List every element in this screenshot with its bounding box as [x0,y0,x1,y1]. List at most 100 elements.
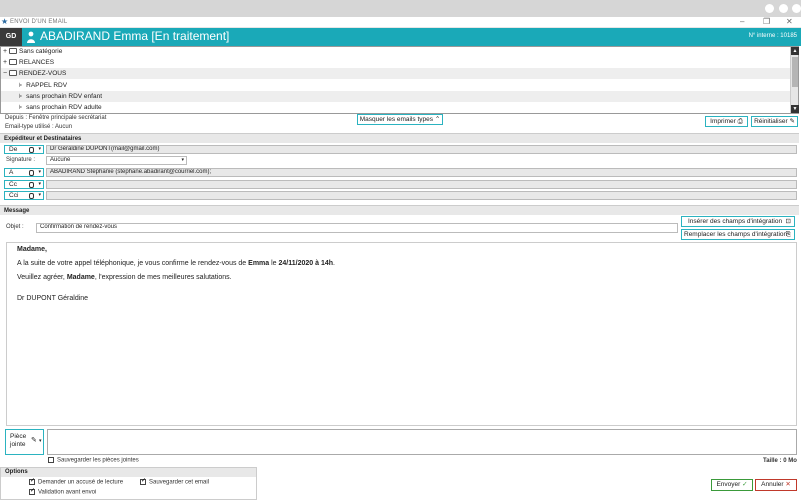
cc-field[interactable] [46,180,797,189]
folder-open-icon [9,70,17,77]
folder-icon [9,48,17,55]
subject-field[interactable]: Confirmation de rendez-vous [36,223,678,233]
signature-label: Signature : [6,157,36,163]
to-field[interactable]: ABADIRAND Stéphanie (stephane.abadirant@… [46,168,797,177]
button-label: Envoyer [716,481,741,488]
cci-field[interactable] [46,191,797,200]
validate-label: Validation avant envoi [38,489,97,496]
scroll-thumb[interactable] [792,57,798,87]
message-body: Madame, A la suite de votre appel téléph… [17,246,335,309]
checkbox-icon[interactable] [48,457,54,463]
tree-item-sans-categorie[interactable]: + Sans catégorie [1,46,790,57]
close-icon[interactable]: ✕ [786,17,793,26]
email-type-tree: + Sans catégorie + RELANCES − RENDEZ-VOUS ⊧… [0,46,799,114]
internal-number: N° interne : 10185 [748,33,797,39]
template-icon: ⊧ [19,94,23,100]
person-icon [29,193,34,199]
tree-item-label: RAPPEL RDV [26,82,68,89]
from-button[interactable]: De ▾ [4,145,44,154]
checkbox-icon[interactable] [29,487,35,495]
folder-icon [9,59,17,66]
from-field[interactable]: Dr Géraldine DUPONT(mail@gmail.com) [46,145,797,154]
paperclip-icon: ✎ [31,437,37,444]
tree-item-label: sans prochain RDV adulte [26,104,102,111]
read-receipt-checkbox[interactable]: Demander un accusé de lecture [29,477,124,486]
close-icon: ✕ [785,481,791,488]
signature-select[interactable]: Aucune ▾ [46,156,187,165]
attachment-button[interactable]: Pièce jointe ✎ ▾ [5,429,44,455]
email-type-text: Email-type utilisé : Aucun [5,124,73,130]
cancel-button[interactable]: Annuler ✕ [755,479,797,491]
print-button[interactable]: Imprimer ⎙ [705,116,748,127]
template-icon: ⊧ [19,83,23,89]
hide-email-types-button[interactable]: Masquer les emails types ⌃ [357,114,443,125]
button-label: Imprimer [710,118,736,125]
save-attachments-label: Sauvegarder les pièces jointes [57,457,139,464]
cci-label: Cci [9,192,19,199]
tree-item-label: sans prochain RDV enfant [26,93,103,100]
window-dot-1[interactable] [765,4,774,13]
to-label: A [9,169,14,176]
message-editor[interactable]: Madame, A la suite de votre appel téléph… [6,242,797,426]
person-icon [29,147,34,153]
message-line-1: A la suite de votre appel téléphonique, … [17,260,335,267]
button-label: Remplacer les champs d'intégration [684,231,788,238]
to-button[interactable]: A ▾ [4,168,44,177]
read-receipt-label: Demander un accusé de lecture [38,479,124,486]
chevron-down-icon: ▾ [38,169,41,175]
chevron-down-icon: ▾ [38,146,41,152]
button-label: Réinitialiser [754,118,788,125]
checkbox-icon[interactable] [29,477,35,485]
tree-item-rdv-adulte[interactable]: ⊧ sans prochain RDV adulte [1,102,790,113]
patient-header: GD ABADIRAND Emma [En traitement] N° int… [0,28,801,46]
star-icon: ★ [1,17,9,26]
depuis-text: Depuis : Fenêtre principale secrétariat [5,115,107,121]
text-run: . [333,260,335,267]
reset-button[interactable]: Réinitialiser ✎ [751,116,798,127]
validate-checkbox[interactable]: Validation avant envoi [29,487,97,496]
tree-item-rdv-enfant[interactable]: ⊧ sans prochain RDV enfant [1,91,790,102]
scroll-up-icon[interactable]: ▲ [791,47,799,55]
double-chevron-up-icon: ⌃ [434,116,441,123]
scroll-down-icon[interactable]: ▼ [791,105,799,113]
from-label: De [9,146,18,153]
person-icon [27,31,35,43]
salutation: Madame, [17,246,47,253]
tree-scrollbar[interactable]: ▲ ▼ [790,47,799,113]
minimize-icon[interactable]: – [740,17,744,26]
restore-icon[interactable]: ❐ [763,17,770,26]
subject-label: Objet : [6,224,24,230]
text-run: , l'expression de mes meilleures salutat… [94,274,232,281]
person-icon [29,170,34,176]
chevron-down-icon: ▾ [39,438,42,444]
text-run: A la suite de votre appel téléphonique, … [17,260,249,267]
send-button[interactable]: Envoyer ✓ [711,479,753,491]
user-badge[interactable]: GD [0,28,22,46]
chevron-down-icon: ▾ [38,181,41,187]
chevron-down-icon: ▾ [181,157,184,163]
checkbox-icon[interactable] [140,477,146,485]
tree-item-relances[interactable]: + RELANCES [1,57,790,68]
cc-button[interactable]: Cc ▾ [4,180,44,189]
save-email-label: Sauvegarder cet email [149,479,210,486]
tree-item-label: RELANCES [19,59,55,66]
text-run: Veuillez agréer, [17,274,67,281]
replace-fields-button[interactable]: Remplacer les champs d'intégration ⎘ [681,229,795,240]
window-dot-2[interactable] [779,4,788,13]
cci-button[interactable]: Cci ▾ [4,191,44,200]
button-label: Insérer des champs d'intégration [688,218,783,225]
tree-item-rappel-rdv[interactable]: ⊧ RAPPEL RDV [1,80,790,91]
patient-name: ABADIRAND Emma [En traitement] [40,29,230,43]
window-dot-3[interactable] [792,4,801,13]
insert-fields-button[interactable]: Insérer des champs d'intégration ⊡ [681,216,795,227]
tree-item-rendez-vous[interactable]: − RENDEZ-VOUS [1,68,790,79]
replace-icon: ⎘ [785,231,791,238]
text-run: le [269,260,279,267]
attachment-list[interactable] [47,429,797,455]
attachment-size: Taille : 0 Mo [763,458,797,464]
save-email-checkbox[interactable]: Sauvegarder cet email [140,477,210,486]
civility: Madame [66,274,95,281]
options-panel: Options Demander un accusé de lecture Sa… [0,467,257,500]
tree-item-label: Sans catégorie [19,48,63,55]
save-attachments-checkbox[interactable]: Sauvegarder les pièces jointes [48,457,139,464]
